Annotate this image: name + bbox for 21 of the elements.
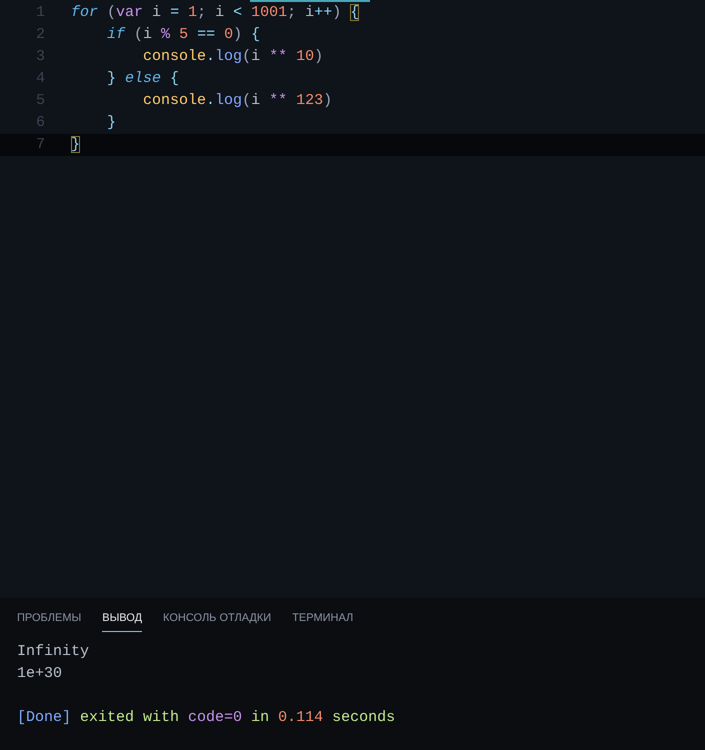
line-number: 4 (34, 69, 45, 89)
code-line: console.log(i ** 123) (142, 91, 332, 111)
panel-tab[interactable]: КОНСОЛЬ ОТЛАДКИ (163, 606, 272, 632)
code-line: for (var i = 1; i < 1001; i++) { (71, 3, 360, 23)
line-number: 6 (34, 113, 45, 133)
line-number: 7 (34, 135, 45, 155)
panel-tab[interactable]: ТЕРМИНАЛ (292, 606, 354, 632)
code-line: } (71, 135, 80, 155)
line-number: 5 (34, 91, 45, 111)
code-line: if (i % 5 == 0) { (106, 25, 260, 45)
code-line: console.log(i ** 10) (142, 47, 324, 67)
code-line: } else { (106, 69, 180, 89)
output-line: Infinity (17, 642, 90, 662)
output-line: [Done] exited with code=0 in 0.114 seconds (17, 708, 396, 728)
code-line: } (106, 113, 116, 133)
line-number: 2 (34, 25, 45, 45)
panel-tab[interactable]: ВЫВОД (102, 606, 142, 632)
output-line: 1e+30 (17, 664, 62, 684)
panel-tab[interactable]: ПРОБЛЕМЫ (17, 606, 82, 632)
line-number: 3 (34, 47, 45, 67)
line-number: 1 (34, 3, 45, 23)
